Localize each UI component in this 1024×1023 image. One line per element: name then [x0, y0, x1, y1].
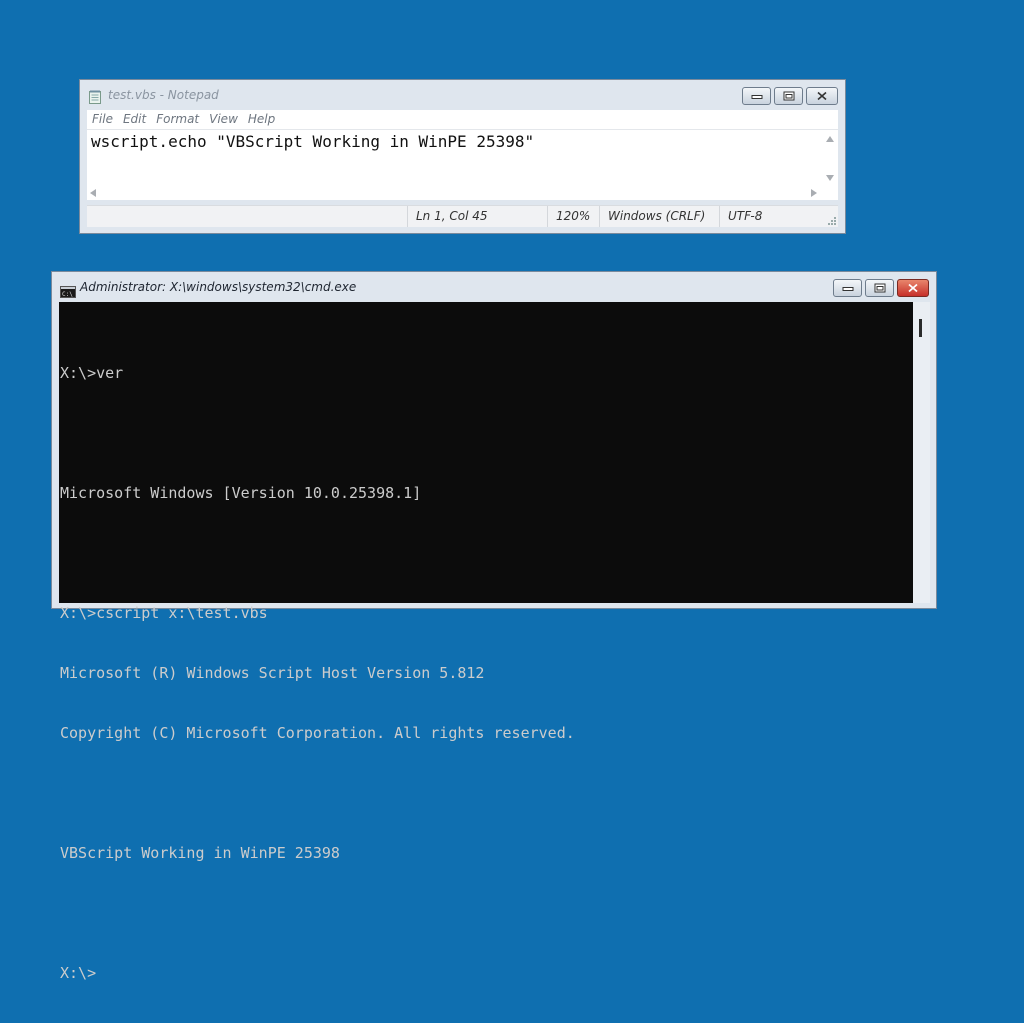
console-line: Microsoft (R) Windows Script Host Versio… [60, 664, 485, 682]
cmd-title: Administrator: X:\windows\system32\cmd.e… [80, 280, 357, 294]
close-icon [908, 283, 918, 293]
console-lines: X:\>ver Microsoft Windows [Version 10.0.… [60, 323, 575, 1023]
console-icon: C:\ [60, 283, 76, 298]
notepad-menubar: File Edit Format View Help [87, 110, 838, 129]
cmd-window[interactable]: C:\ Administrator: X:\windows\system32\c… [51, 271, 937, 982]
notepad-maximize-button[interactable] [774, 87, 803, 105]
scroll-left-arrow-icon[interactable] [90, 189, 96, 197]
cmd-maximize-button[interactable] [865, 279, 894, 297]
cmd-close-button[interactable] [897, 279, 929, 297]
notepad-vertical-scrollbar[interactable] [822, 130, 838, 186]
resize-grip-icon[interactable] [826, 215, 836, 225]
console-line: Copyright (C) Microsoft Corporation. All… [60, 724, 575, 742]
notepad-close-button[interactable] [806, 87, 838, 105]
notepad-horizontal-scrollbar[interactable] [87, 186, 822, 200]
menu-help[interactable]: Help [243, 110, 280, 129]
console-prompt[interactable]: X:\> [60, 963, 575, 983]
console-line: X:\>ver [60, 364, 124, 382]
notepad-caption-buttons [742, 87, 838, 105]
notepad-icon [88, 89, 102, 104]
scroll-right-arrow-icon[interactable] [811, 189, 817, 197]
console-line: X:\>cscript x:\test.vbs [60, 604, 268, 622]
notepad-titlebar[interactable]: test.vbs - Notepad [80, 80, 845, 110]
status-zoom: 120% [547, 206, 599, 227]
cmd-vertical-scrollbar[interactable] [913, 302, 930, 603]
notepad-content[interactable]: wscript.echo "VBScript Working in WinPE … [91, 132, 534, 152]
console-line: Microsoft Windows [Version 10.0.25398.1] [60, 484, 422, 502]
scroll-up-arrow-icon[interactable] [826, 136, 834, 142]
notepad-statusbar: Ln 1, Col 45 120% Windows (CRLF) UTF-8 [87, 205, 838, 227]
status-encoding: UTF-8 [719, 206, 819, 227]
notepad-minimize-button[interactable] [742, 87, 771, 105]
cmd-titlebar[interactable]: C:\ Administrator: X:\windows\system32\c… [52, 272, 936, 302]
menu-view[interactable]: View [204, 110, 243, 129]
maximize-icon [783, 91, 794, 101]
status-line-ending: Windows (CRLF) [599, 206, 719, 227]
notepad-text-area[interactable]: wscript.echo "VBScript Working in WinPE … [87, 129, 838, 200]
console-line: VBScript Working in WinPE 25398 [60, 844, 340, 862]
scroll-down-arrow-icon[interactable] [826, 175, 834, 181]
menu-file[interactable]: File [87, 110, 118, 129]
minimize-icon [842, 287, 853, 291]
svg-text:C:\: C:\ [62, 291, 73, 298]
menu-edit[interactable]: Edit [118, 110, 151, 129]
cmd-scroll-thumb[interactable] [919, 319, 922, 337]
minimize-icon [751, 95, 762, 99]
close-icon [817, 91, 827, 101]
console-output[interactable]: X:\>ver Microsoft Windows [Version 10.0.… [59, 302, 913, 982]
status-position: Ln 1, Col 45 [407, 206, 547, 227]
notepad-window[interactable]: test.vbs - Notepad File Edit Format View… [79, 79, 846, 234]
cmd-caption-buttons [833, 279, 929, 297]
maximize-icon [874, 283, 885, 293]
notepad-title: test.vbs - Notepad [108, 88, 219, 102]
cmd-minimize-button[interactable] [833, 279, 862, 297]
menu-format[interactable]: Format [151, 110, 204, 129]
